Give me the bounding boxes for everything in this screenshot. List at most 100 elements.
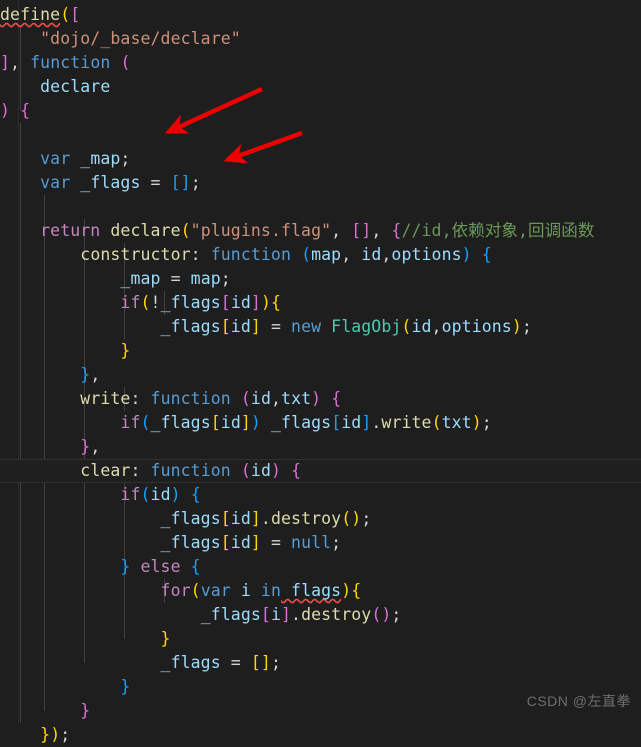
token-bracket: ]	[0, 53, 11, 72]
token-bracket: [	[220, 509, 231, 528]
code-line[interactable]: for(var i in flags){	[0, 579, 641, 603]
code-line[interactable]: constructor: function (map, id,options) …	[0, 243, 641, 267]
code-line[interactable]: return declare("plugins.flag", [], {//id…	[0, 219, 641, 243]
token-equals: =	[260, 317, 292, 336]
token-key-write: write	[80, 389, 131, 408]
token-semicolon: ;	[521, 317, 532, 336]
code-line[interactable]: _flags[id] = new FlagObj(id,options);	[0, 315, 641, 339]
code-line[interactable]: });	[0, 723, 641, 747]
token-paren: (	[431, 413, 442, 432]
token-bracket: [	[220, 533, 231, 552]
token-semicolon: ;	[391, 605, 402, 624]
code-content[interactable]: define([ "dojo/_base/declare" ], functio…	[0, 3, 641, 747]
token-colon: :	[130, 389, 151, 408]
token-semicolon: ;	[190, 173, 201, 192]
code-line[interactable]: },	[0, 435, 641, 459]
token-flags: _flags	[260, 413, 332, 432]
code-line[interactable]: var _flags = [];	[0, 171, 641, 195]
token-semicolon: ;	[60, 725, 71, 744]
code-line[interactable]: _map = map;	[0, 267, 641, 291]
token-comma: ,	[270, 389, 282, 408]
token-bracket: [	[210, 413, 221, 432]
code-line[interactable]: ], function (	[0, 51, 641, 75]
token-semicolon: ;	[270, 653, 281, 672]
code-line[interactable]: define([	[0, 3, 641, 27]
token-bracket: ]	[180, 173, 191, 192]
token-brace: {	[20, 101, 31, 120]
code-line[interactable]: declare	[0, 75, 641, 99]
token-method-destroy: destroy	[270, 509, 342, 528]
token-brace: }	[120, 677, 131, 696]
token-paren: )	[471, 413, 482, 432]
code-line[interactable]: }	[0, 627, 641, 651]
token-i: i	[270, 605, 281, 624]
code-line[interactable]: }	[0, 339, 641, 363]
token-method-destroy: destroy	[301, 605, 372, 624]
token-id: id	[341, 413, 362, 432]
token-brace: }	[80, 365, 91, 384]
token-paren: (	[180, 221, 191, 240]
token-bracket: [	[331, 413, 342, 432]
token-param-map: map	[311, 245, 342, 264]
code-editor[interactable]: define([ "dojo/_base/declare" ], functio…	[0, 0, 641, 744]
token-param-id: id	[250, 389, 271, 408]
token-bracket: [	[250, 653, 261, 672]
token-brace: {	[180, 485, 201, 504]
token-flags: _flags	[160, 317, 221, 336]
token-equals: =	[140, 173, 171, 192]
token-string-module: "dojo/_base/declare"	[40, 29, 241, 48]
code-line[interactable]: _flags[i].destroy();	[0, 603, 641, 627]
code-line[interactable]: _flags[id] = null;	[0, 531, 641, 555]
code-line-active[interactable]: clear: function (id) {	[0, 459, 641, 483]
token-brace: {	[471, 245, 492, 264]
token-brace: }	[120, 557, 131, 576]
token-id: id	[230, 293, 251, 312]
token-null: null	[291, 533, 332, 552]
token-bracket: ]	[361, 413, 372, 432]
token-paren: (	[190, 581, 201, 600]
token-param-txt: txt	[281, 389, 312, 408]
token-brace: }	[80, 437, 91, 456]
code-line[interactable]: } else {	[0, 555, 641, 579]
code-line[interactable]: ) {	[0, 99, 641, 123]
token-colon: :	[190, 245, 211, 264]
code-line[interactable]: write: function (id,txt) {	[0, 387, 641, 411]
code-line[interactable]: if(!_flags[id]){	[0, 291, 641, 315]
code-line[interactable]: if(_flags[id]) _flags[id].write(txt);	[0, 411, 641, 435]
token-comma: ,	[331, 221, 352, 240]
token-brace: {	[271, 293, 282, 312]
token-dot: .	[291, 605, 302, 624]
token-bracket: [	[70, 5, 81, 24]
token-paren: )	[461, 245, 472, 264]
token-comma: ,	[10, 53, 31, 72]
token-flags: _flags	[160, 293, 221, 312]
token-flags-decl: _flags	[70, 173, 141, 192]
token-paren: )	[381, 605, 392, 624]
code-line[interactable]: },	[0, 363, 641, 387]
token-map-decl: _map	[70, 149, 121, 168]
token-id: id	[220, 413, 241, 432]
token-return: return	[40, 221, 101, 240]
code-line[interactable]: if(id) {	[0, 483, 641, 507]
token-paren: (	[140, 293, 151, 312]
csdn-watermark: CSDN @左直拳	[526, 693, 631, 709]
code-line[interactable]: "dojo/_base/declare"	[0, 27, 641, 51]
token-var: var	[40, 149, 71, 168]
token-new: new	[291, 317, 322, 336]
token-paren: )	[511, 317, 522, 336]
code-line[interactable]: _flags[id].destroy();	[0, 507, 641, 531]
token-function: function	[150, 389, 231, 408]
code-line-empty[interactable]	[0, 195, 641, 219]
token-bracket: [	[260, 605, 271, 624]
token-paren: )	[351, 509, 362, 528]
token-function: function	[30, 53, 111, 72]
token-semicolon: ;	[220, 269, 231, 288]
code-line-empty[interactable]	[0, 123, 641, 147]
token-brace: {	[391, 221, 402, 240]
code-line[interactable]: var _map;	[0, 147, 641, 171]
token-paren: )	[311, 389, 322, 408]
code-line[interactable]: _flags = [];	[0, 651, 641, 675]
